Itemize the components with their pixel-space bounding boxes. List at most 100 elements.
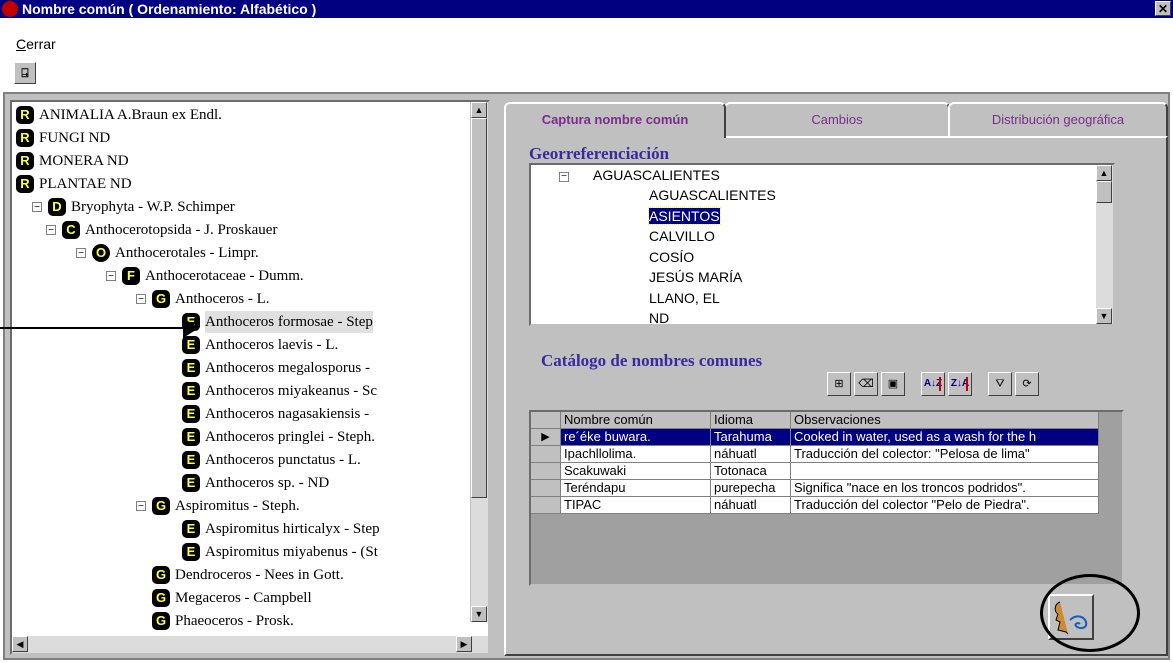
menu-bar: Cerrar	[0, 18, 1173, 58]
table-cell[interactable]: Significa "nace en los troncos podridos"…	[791, 480, 1099, 497]
row-indicator[interactable]	[531, 497, 561, 514]
current-row-arrow-icon[interactable]: ▶	[531, 429, 561, 446]
row-indicator[interactable]	[531, 480, 561, 497]
scroll-thumb[interactable]	[1096, 181, 1112, 203]
column-header[interactable]: Observaciones	[791, 412, 1099, 429]
tree-collapse-icon[interactable]: −	[136, 294, 146, 305]
georef-list[interactable]: − AGUASCALIENTES ▲ ▼ AGUASCALIENTES ASIEN…	[529, 163, 1115, 326]
tree-item[interactable]: R ANIMALIA A.Braun ex Endl.	[16, 104, 222, 126]
table-cell[interactable]: re´éke buwara.	[561, 429, 711, 446]
tree-item[interactable]: − C Anthocerotopsida - J. Proskauer	[46, 219, 277, 241]
table-row[interactable]: ▶ re´éke buwara. Tarahuma Cooked in water, …	[531, 429, 1099, 446]
tree-item[interactable]: E Anthoceros sp. - ND	[182, 472, 329, 494]
tree-collapse-icon[interactable]: −	[32, 202, 42, 213]
table-row[interactable]: Scakuwaki Totonaca	[531, 463, 1099, 480]
tree-collapse-icon[interactable]: −	[136, 501, 146, 512]
table-cell[interactable]	[791, 463, 1099, 480]
tree-item[interactable]: E Aspiromitus miyabenus - (St	[182, 541, 378, 563]
tree-item[interactable]: E Anthoceros miyakeanus - Sc	[182, 380, 377, 402]
tree-collapse-icon[interactable]: −	[76, 248, 86, 259]
tree-item[interactable]: − F Anthocerotaceae - Dumm.	[106, 265, 304, 287]
table-cell[interactable]: Tarahuma	[711, 429, 791, 446]
eraser-icon[interactable]: ⌫	[854, 372, 878, 396]
tree-item[interactable]: G Dendroceros - Nees in Gott.	[152, 564, 344, 586]
scroll-down-arrow-icon[interactable]: ▼	[471, 606, 487, 622]
tree-item[interactable]: − D Bryophyta - W.P. Schimper	[32, 196, 235, 218]
tab-strip: Captura nombre común Cambios Distribució…	[504, 102, 1170, 138]
column-header[interactable]: Idioma	[711, 412, 791, 429]
table-cell[interactable]: purepecha	[711, 480, 791, 497]
table-row[interactable]: TIPAC náhuatl Traducción del colector "Pel…	[531, 497, 1099, 514]
menu-item-cerrar[interactable]: Cerrar	[16, 36, 56, 52]
rank-badge-icon: E	[182, 382, 200, 400]
tree-item-label: Bryophyta - W.P. Schimper	[71, 199, 235, 215]
tree-item[interactable]: E Anthoceros formosae - Step	[182, 311, 373, 333]
tree-item[interactable]: G Megaceros - Campbell	[152, 587, 312, 609]
tab-cambios[interactable]: Cambios	[724, 102, 950, 136]
scroll-up-arrow-icon[interactable]: ▲	[1096, 165, 1112, 181]
tree-item[interactable]: G Phaeoceros - Prosk.	[152, 610, 294, 632]
tree-item[interactable]: − G Aspiromitus - Steph.	[136, 495, 300, 517]
georef-collapse-icon[interactable]: −	[559, 172, 569, 182]
column-header[interactable]: Nombre común	[561, 412, 711, 429]
tab-distribucion-geografica[interactable]: Distribución geográfica	[948, 102, 1168, 136]
table-cell[interactable]: náhuatl	[711, 497, 791, 514]
table-cell[interactable]: náhuatl	[711, 446, 791, 463]
tree-item[interactable]: − O Anthocerotales - Limpr.	[76, 242, 259, 264]
row-indicator[interactable]	[531, 446, 561, 463]
georef-item[interactable]: AGUASCALIENTES	[649, 185, 776, 205]
table-row[interactable]: Ipachllolima. náhuatl Traducción del colec…	[531, 446, 1099, 463]
scroll-left-arrow-icon[interactable]: ◀	[12, 636, 28, 652]
tree-item[interactable]: E Anthoceros punctatus - L.	[182, 449, 361, 471]
georef-parent[interactable]: AGUASCALIENTES	[593, 165, 720, 185]
rank-badge-icon: E	[182, 543, 200, 561]
table-cell[interactable]: Scakuwaki	[561, 463, 711, 480]
georef-scrollbar[interactable]: ▲ ▼	[1096, 165, 1113, 324]
tree-item[interactable]: E Aspiromitus hirticalyx - Step	[182, 518, 380, 540]
georef-item[interactable]: CALVILLO	[649, 226, 715, 246]
exit-door-icon[interactable]: ⍈	[14, 62, 36, 84]
rank-badge-icon: E	[182, 451, 200, 469]
table-cell[interactable]: Teréndapu	[561, 480, 711, 497]
tab-captura-nombre-comun[interactable]: Captura nombre común	[504, 102, 726, 138]
tree-collapse-icon[interactable]: −	[106, 271, 116, 282]
tree-item[interactable]: R MONERA ND	[16, 150, 129, 172]
taxonomy-tree[interactable]: ▲ ▼ ◀ ▶ R ANIMALIA A.Braun ex Endl. R FUNGI…	[10, 100, 490, 655]
save-icon[interactable]: ▣	[881, 372, 905, 396]
scroll-right-arrow-icon[interactable]: ▶	[456, 636, 472, 652]
table-cell[interactable]: Ipachllolima.	[561, 446, 711, 463]
common-names-grid[interactable]: Nombre común Idioma Observaciones ▶ re´éke b…	[529, 410, 1124, 586]
tree-vertical-scrollbar[interactable]: ▲ ▼	[470, 102, 488, 622]
scroll-thumb[interactable]	[471, 118, 487, 498]
table-cell[interactable]: Traducción del colector "Pelo de Piedra"…	[791, 497, 1099, 514]
tree-collapse-icon[interactable]: −	[46, 225, 56, 236]
georef-item[interactable]: COSÍO	[649, 247, 694, 267]
georef-item[interactable]: ASIENTOS	[648, 206, 721, 226]
insert-record-icon[interactable]: ⊞	[827, 372, 851, 396]
tree-item[interactable]: E Anthoceros laevis - L.	[182, 334, 338, 356]
scroll-down-arrow-icon[interactable]: ▼	[1096, 308, 1112, 324]
tree-item[interactable]: E Anthoceros pringlei - Steph.	[182, 426, 375, 448]
close-window-button[interactable]: ✕	[1155, 1, 1171, 16]
tree-horizontal-scrollbar[interactable]: ◀ ▶	[12, 636, 488, 653]
tree-item[interactable]: − G Anthoceros - L.	[136, 288, 270, 310]
sort-descending-icon[interactable]: Z↓A	[948, 372, 972, 396]
tree-item[interactable]: E Anthoceros nagasakiensis -	[182, 403, 369, 425]
refresh-icon[interactable]: ⟳	[1015, 372, 1039, 396]
table-cell[interactable]: Cooked in water, used as a wash for the …	[791, 429, 1099, 446]
georef-item[interactable]: LLANO, EL	[649, 288, 720, 308]
filter-icon[interactable]: ⛛	[988, 372, 1012, 396]
tree-item[interactable]: R FUNGI ND	[16, 127, 110, 149]
georef-item[interactable]: ND	[649, 308, 669, 324]
table-row[interactable]: Teréndapu purepecha Significa "nace en los…	[531, 480, 1099, 497]
annotation-arrow-line	[0, 327, 190, 329]
georef-item[interactable]: JESÚS MARÍA	[649, 267, 742, 287]
table-cell[interactable]: TIPAC	[561, 497, 711, 514]
scroll-up-arrow-icon[interactable]: ▲	[471, 102, 487, 118]
table-cell[interactable]: Traducción del colector: "Pelosa de lima…	[791, 446, 1099, 463]
sort-ascending-icon[interactable]: A↓Z	[921, 372, 945, 396]
tree-item[interactable]: E Anthoceros megalosporus -	[182, 357, 370, 379]
table-cell[interactable]: Totonaca	[711, 463, 791, 480]
row-indicator[interactable]	[531, 463, 561, 480]
tree-item[interactable]: R PLANTAE ND	[16, 173, 132, 195]
